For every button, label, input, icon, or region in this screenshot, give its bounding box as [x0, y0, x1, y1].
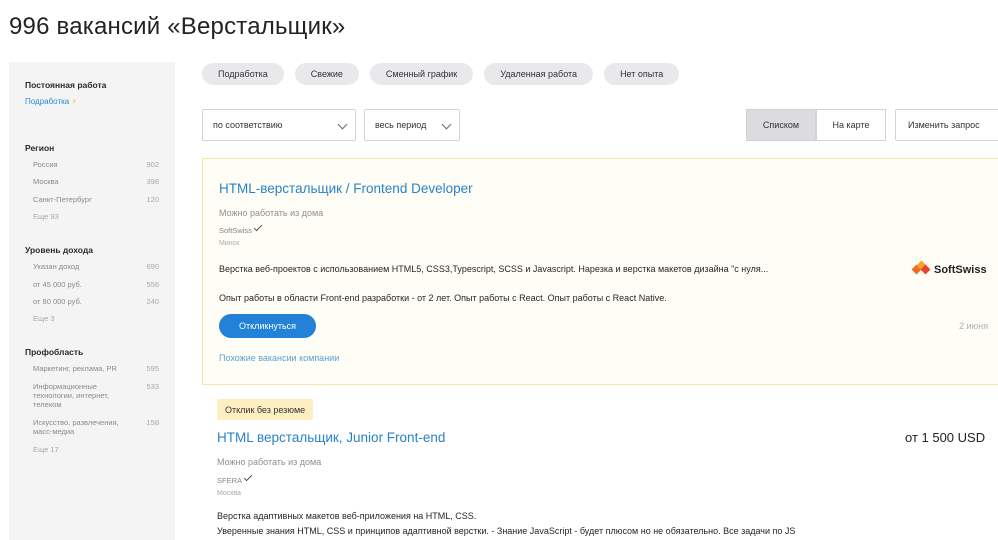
part-time-link-label: Подработка [25, 97, 70, 106]
page-title: 996 вакансий «Верстальщик» [9, 13, 346, 40]
profarea-more-link[interactable]: Еще 17 [25, 445, 159, 454]
item-label: от 45 000 руб. [33, 279, 82, 289]
region-section: Регион Россия 902 Москва 398 Санкт-Петербу… [25, 143, 159, 221]
vacancy-title-link[interactable]: HTML верстальщик, Junior Front-end [217, 430, 445, 445]
item-label: Санкт-Петербург [33, 194, 92, 204]
item-label: Москва [33, 177, 59, 187]
income-more-link[interactable]: Еще 3 [25, 314, 159, 323]
remote-label: Можно работать из дома [219, 208, 324, 218]
item-count: 158 [146, 417, 159, 427]
profarea-section: Профобласть Маркетинг, реклама, PR 595 Ин… [25, 347, 159, 453]
company-name-text: SFERA [217, 476, 243, 485]
item-count: 120 [146, 194, 159, 204]
part-time-link[interactable]: Подработка ⚡ [25, 97, 159, 106]
vacancy-responsibilities: Верстка адаптивных макетов веб-приложени… [217, 511, 477, 521]
remote-label: Можно работать из дома [217, 457, 322, 467]
region-item-russia[interactable]: Россия 902 [25, 160, 159, 169]
vacancy-responsibilities: Верстка веб-проектов с использованием HT… [219, 264, 769, 274]
view-list-button[interactable]: Списком [746, 109, 816, 141]
profarea-item-art[interactable]: Искусство, развлечения, масс-медиа 158 [25, 418, 159, 437]
quick-filter-chips: Подработка Свежие Сменный график Удаленн… [202, 63, 680, 85]
region-item-spb[interactable]: Санкт-Петербург 120 [25, 195, 159, 204]
no-resume-badge: Отклик без резюме [217, 399, 314, 420]
company-logo[interactable]: SoftSwiss [911, 260, 987, 278]
sort-select[interactable]: по соответствию [202, 109, 356, 141]
period-select[interactable]: весь период [364, 109, 460, 141]
verified-check-icon [253, 222, 263, 232]
item-label: Указан доход [33, 262, 80, 272]
company-name[interactable]: SFERA [217, 472, 253, 485]
section-title: Уровень дохода [25, 245, 94, 256]
section-title: Регион [25, 143, 55, 153]
similar-vacancies-link[interactable]: Похожие вакансии компании [219, 353, 339, 363]
item-count: 240 [146, 296, 159, 306]
item-count: 556 [146, 279, 159, 289]
company-name[interactable]: SoftSwiss [219, 222, 263, 235]
item-count: 595 [146, 364, 159, 374]
item-label: Россия [33, 160, 58, 169]
view-map-button[interactable]: На карте [816, 109, 886, 141]
publish-date: 2 июня [959, 321, 989, 331]
vacancy-card: HTML-верстальщик / Frontend Developer Мо… [202, 158, 998, 385]
chip-part-time[interactable]: Подработка [202, 63, 284, 85]
chevron-down-icon [441, 119, 452, 130]
income-item-45000[interactable]: от 45 000 руб. 556 [25, 280, 159, 289]
vacancy-title-link[interactable]: HTML-верстальщик / Frontend Developer [219, 181, 473, 196]
chevron-down-icon [337, 119, 348, 130]
vacancy-requirements: Уверенные знания HTML, CSS и принципов а… [217, 526, 796, 536]
vacancy-requirements: Опыт работы в области Front-end разработ… [219, 293, 667, 303]
lightning-icon: ⚡ [71, 97, 78, 106]
chip-fresh[interactable]: Свежие [294, 63, 359, 85]
sort-select-value: по соответствию [213, 120, 283, 130]
employment-heading: Постоянная работа [25, 80, 107, 90]
item-label: Маркетинг, реклама, PR [33, 364, 117, 374]
item-label: Искусство, развлечения, масс-медиа [33, 417, 119, 437]
period-select-value: весь период [375, 120, 427, 130]
vacancy-salary: от 1 500 USD [905, 430, 986, 445]
vacancy-city: Москва [217, 490, 241, 497]
item-label: Информационные технологии, интернет, тел… [33, 381, 109, 410]
company-logo-text: SoftSwiss [934, 264, 987, 276]
item-count: 398 [146, 177, 159, 187]
income-section: Уровень дохода Указан доход 690 от 45 000… [25, 245, 159, 323]
verified-check-icon [243, 472, 253, 482]
item-count: 902 [146, 160, 159, 169]
profarea-item-it[interactable]: Информационные технологии, интернет, тел… [25, 382, 159, 410]
profarea-item-marketing[interactable]: Маркетинг, реклама, PR 595 [25, 364, 159, 373]
softswiss-logo-icon [911, 260, 931, 278]
section-title: Профобласть [25, 347, 84, 358]
region-more-link[interactable]: Еще 93 [25, 212, 159, 221]
filters-sidebar: Постоянная работа Подработка ⚡ Регион Ро… [9, 62, 175, 540]
vacancy-city: Минск [219, 240, 240, 247]
item-label: от 80 000 руб. [33, 296, 82, 306]
chip-no-experience[interactable]: Нет опыта [604, 63, 680, 85]
region-item-moscow[interactable]: Москва 398 [25, 177, 159, 186]
chip-remote[interactable]: Удаленная работа [484, 63, 594, 85]
income-item-80000[interactable]: от 80 000 руб. 240 [25, 297, 159, 306]
income-item-specified[interactable]: Указан доход 690 [25, 262, 159, 271]
item-count: 533 [146, 381, 159, 391]
item-count: 690 [146, 262, 159, 272]
chip-shift-schedule[interactable]: Сменный график [369, 63, 474, 85]
company-name-text: SoftSwiss [219, 226, 252, 235]
change-query-button[interactable]: Изменить запрос [895, 109, 998, 141]
respond-button[interactable]: Откликнуться [219, 314, 316, 338]
